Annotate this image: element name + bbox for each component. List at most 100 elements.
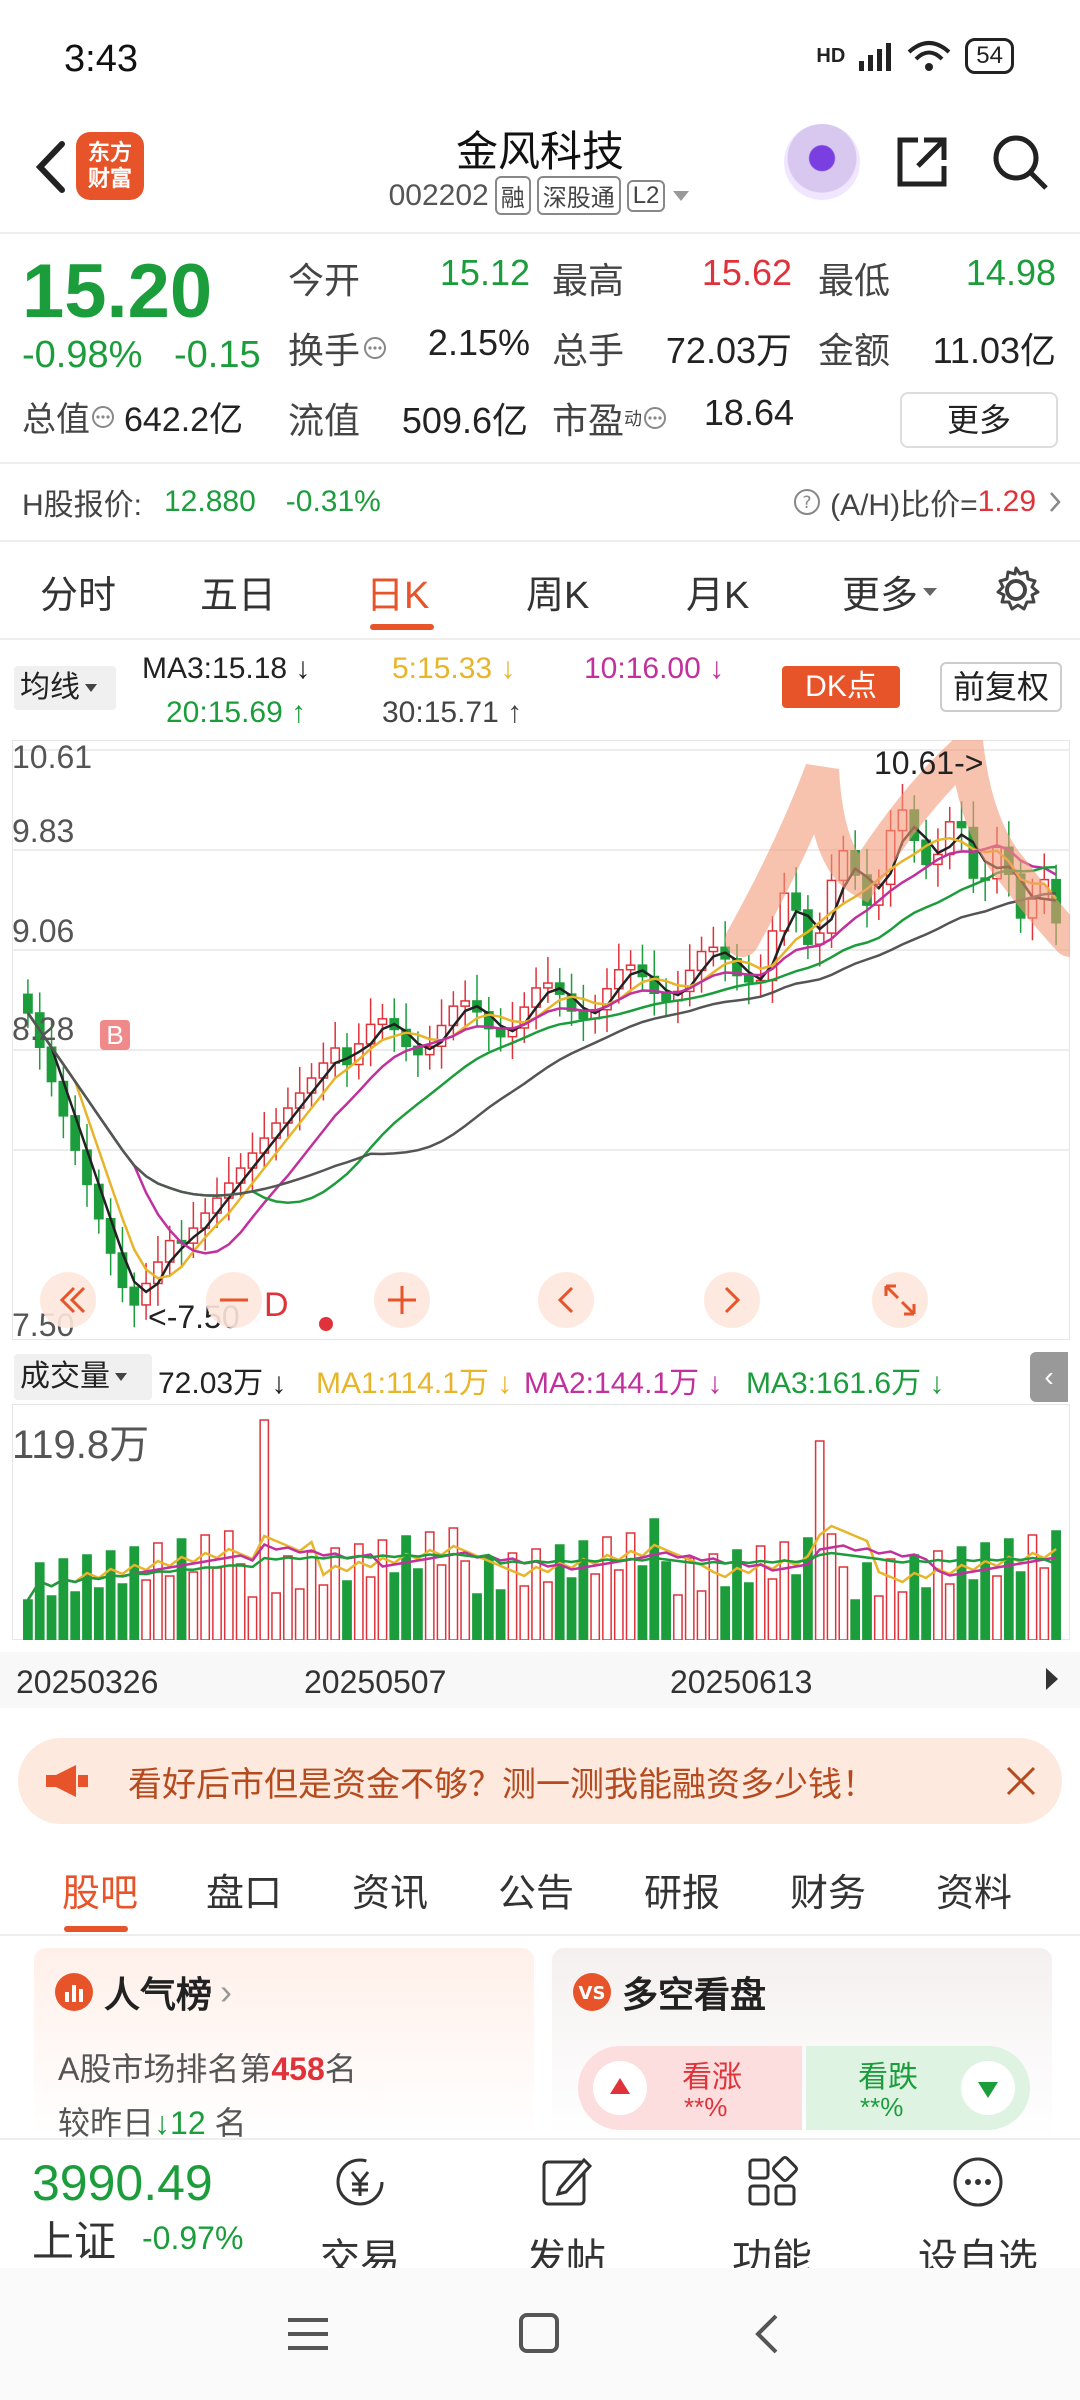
volume-bar — [413, 1568, 423, 1640]
volume-bar — [602, 1536, 612, 1640]
event-dot — [319, 1317, 333, 1331]
tab-financials[interactable]: 财务 — [790, 1862, 866, 1917]
volume-bar — [247, 1596, 258, 1640]
vol-ma1: MA1:114.1万 ↓ — [316, 1367, 513, 1400]
collapse-panel-button[interactable]: ‹ — [1030, 1352, 1068, 1402]
volume-bar — [294, 1588, 305, 1640]
network-label: HD — [816, 44, 846, 67]
pe-label-row[interactable]: 市盈 动 — [552, 392, 668, 444]
candle-body — [708, 946, 719, 953]
change-percent: -0.98% — [22, 334, 143, 376]
vote-down-label: 看跌 — [858, 2061, 918, 2094]
volume-bar — [826, 1533, 837, 1640]
active-news-tab-indicator — [64, 1926, 128, 1932]
nav-post[interactable]: 发帖 — [496, 2152, 636, 2284]
volume-bar — [578, 1540, 589, 1640]
candle-body — [129, 1286, 140, 1306]
volume-bar — [980, 1542, 991, 1640]
more-dots-icon — [953, 2157, 1003, 2207]
pe-value: 18.64 — [703, 392, 794, 433]
dk-point-button[interactable]: DK点 — [782, 666, 900, 708]
turnover-label: 换手 — [288, 330, 361, 371]
volume-bar — [389, 1572, 400, 1640]
open-label: 今开 — [288, 260, 361, 301]
volume-bar — [306, 1551, 317, 1640]
volume-bar — [1027, 1534, 1038, 1640]
volume-chart[interactable]: 119.8万 — [12, 1404, 1070, 1640]
tab-more[interactable]: 更多 — [842, 564, 938, 619]
status-time: 3:43 — [64, 38, 138, 80]
bull-bear-title-row: VS 多空看盘 — [572, 1966, 766, 2018]
ma-selector[interactable]: 均线 — [14, 666, 116, 710]
info-tabs: 股吧 盘口 资讯 公告 研报 财务 资料 — [0, 1836, 1080, 1936]
tab-monthly-k[interactable]: 月K — [686, 564, 749, 619]
help-icon: ? — [794, 489, 821, 515]
ma20-value: 20:15.69 ↑ — [166, 696, 307, 729]
tab-more-label: 更多 — [842, 575, 919, 617]
volume-bar — [862, 1562, 872, 1640]
date-label-3: 20250613 — [670, 1664, 813, 1700]
candle-body — [743, 974, 754, 983]
volume-bar — [46, 1595, 57, 1640]
tab-profile[interactable]: 资料 — [936, 1862, 1012, 1917]
volume-max-label: 119.8万 — [12, 1423, 149, 1467]
volume-bar — [649, 1518, 660, 1640]
volume-bar — [330, 1547, 341, 1640]
back-nav-icon[interactable] — [752, 2312, 782, 2356]
assistant-avatar[interactable] — [784, 124, 860, 200]
price-label-3: 9.06 — [12, 913, 74, 949]
tag-level2: L2 — [626, 179, 666, 212]
nav-add-watchlist[interactable]: 设自选 — [908, 2152, 1048, 2284]
vote-down-button[interactable]: 看跌 **% — [806, 2046, 1030, 2130]
grid-apps-icon — [748, 2156, 798, 2206]
tab-weekly-k[interactable]: 周K — [526, 564, 589, 619]
volume-bar — [968, 1579, 979, 1640]
turnover-label-row[interactable]: 换手 — [288, 322, 388, 374]
settings-gear-icon[interactable] — [990, 564, 1042, 616]
chevron-right-icon: › — [220, 1971, 233, 2012]
tab-forum[interactable]: 股吧 — [62, 1862, 138, 1917]
kline-chart[interactable]: 10.61 9.83 9.06 8.28 7.50 10.61-> <-7.50… — [12, 740, 1070, 1340]
high-label: 最高 — [552, 260, 625, 301]
share-icon[interactable] — [890, 130, 954, 194]
bull-bear-card[interactable]: VS 多空看盘 看涨 **% 看跌 **% — [552, 1948, 1052, 2138]
h-share-row[interactable]: H股报价: 12.880 -0.31% ? (A/H)比价= 1.29 — [0, 462, 1080, 542]
tab-orderbook[interactable]: 盘口 — [206, 1862, 282, 1917]
play-right-icon[interactable] — [1044, 1666, 1060, 1692]
period-tabs: 分时 五日 日K 周K 月K 更多 — [0, 544, 1080, 640]
indicator-selector[interactable]: 成交量 — [14, 1354, 152, 1400]
home-icon[interactable] — [518, 2312, 560, 2354]
stock-header: 东方 财富 金风科技 002202 融 深股通 L2 — [0, 110, 1080, 230]
tab-announcements[interactable]: 公告 — [498, 1862, 574, 1917]
adjust-button[interactable]: 前复权 — [940, 662, 1062, 712]
volume-bar — [141, 1579, 151, 1640]
margin-promo-banner[interactable]: 看好后市但是资金不够？测一测我能融资多少钱！ — [18, 1738, 1062, 1824]
vote-up-button[interactable]: 看涨 **% — [578, 2046, 802, 2130]
tab-daily-k[interactable]: 日K — [366, 564, 429, 619]
volume-bar — [70, 1591, 81, 1640]
active-tab-indicator — [370, 624, 434, 630]
menu-icon[interactable] — [286, 2314, 330, 2354]
tab-research[interactable]: 研报 — [644, 1862, 720, 1917]
index-value: 3990.49 — [32, 2155, 213, 2211]
megaphone-icon — [46, 1765, 88, 1797]
popularity-card[interactable]: 人气榜 › A股市场排名第458名 较昨日↓12 名 — [34, 1948, 534, 2141]
nav-trade[interactable]: 交易 — [290, 2152, 430, 2284]
volume-bar — [223, 1530, 234, 1640]
tab-five-day[interactable]: 五日 — [200, 564, 276, 619]
index-ticker[interactable]: 3990.49 上证 -0.97% — [32, 2154, 243, 2269]
search-icon[interactable] — [988, 130, 1052, 194]
nav-functions[interactable]: 功能 — [702, 2152, 842, 2284]
volume-bar — [58, 1558, 69, 1640]
chevron-right-icon — [1050, 492, 1061, 512]
volume-bar — [779, 1541, 790, 1640]
tab-news[interactable]: 资讯 — [352, 1862, 428, 1917]
float-value: 509.6亿 — [401, 400, 528, 441]
high-marker: 10.61-> — [874, 745, 983, 781]
date-axis: 20250326 20250507 20250613 — [0, 1652, 1080, 1708]
close-icon[interactable] — [1004, 1764, 1038, 1798]
system-nav-bar — [0, 2268, 1080, 2400]
status-bar: 3:43 HD 54 — [0, 0, 1080, 110]
tab-intraday[interactable]: 分时 — [40, 564, 116, 619]
more-button[interactable]: 更多 — [900, 392, 1058, 448]
